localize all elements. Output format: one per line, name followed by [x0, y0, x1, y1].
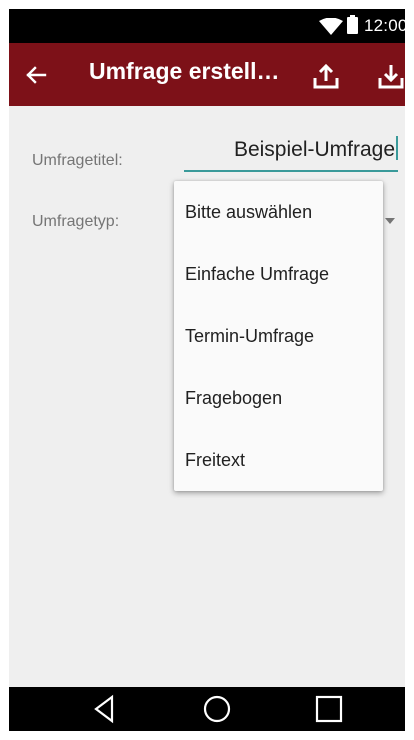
page-title: Umfrage erstell…: [89, 58, 280, 84]
battery-icon: [347, 15, 358, 34]
survey-type-label: Umfragetyp:: [32, 213, 120, 230]
dropdown-option-bitte-auswaehlen[interactable]: Bitte auswählen: [174, 181, 383, 243]
back-arrow-icon[interactable]: [23, 62, 49, 88]
download-icon[interactable]: [376, 61, 405, 91]
screen-frame: 12:00 Umfrage erstell… Umfragetitel: Bei…: [9, 9, 405, 731]
dropdown-option-fragebogen[interactable]: Fragebogen: [174, 367, 383, 429]
nav-recents-icon[interactable]: [312, 693, 346, 725]
dropdown-option-termin-umfrage[interactable]: Termin-Umfrage: [174, 305, 383, 367]
dropdown-option-einfache-umfrage[interactable]: Einfache Umfrage: [174, 243, 383, 305]
survey-title-label: Umfragetitel:: [32, 152, 123, 169]
dropdown-option-freitext[interactable]: Freitext: [174, 429, 383, 491]
text-cursor: [396, 136, 398, 160]
nav-home-icon[interactable]: [200, 693, 234, 725]
status-time: 12:00: [364, 16, 405, 35]
survey-title-input[interactable]: Beispiel-Umfrage: [184, 134, 398, 172]
app-bar: Umfrage erstell…: [9, 43, 405, 106]
nav-back-icon[interactable]: [88, 693, 122, 725]
survey-title-value: Beispiel-Umfrage: [233, 138, 395, 161]
survey-type-dropdown: Bitte auswählen Einfache Umfrage Termin-…: [174, 181, 383, 491]
system-nav-bar: [9, 687, 405, 731]
status-bar: 12:00: [9, 9, 405, 43]
dropdown-arrow-icon[interactable]: [385, 218, 395, 224]
upload-icon[interactable]: [311, 61, 341, 91]
wifi-icon: [319, 18, 343, 35]
